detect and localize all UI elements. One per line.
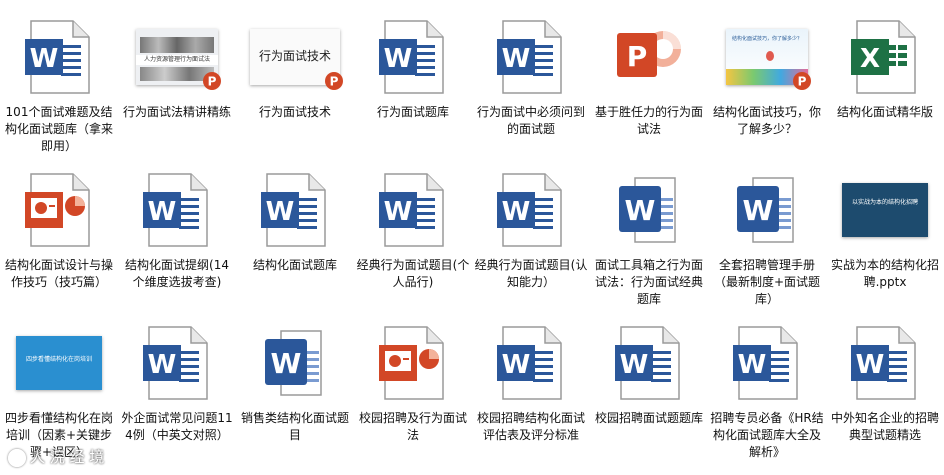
watermark-logo-icon xyxy=(8,448,26,467)
slide-title: 行为面试技术 xyxy=(258,49,331,63)
svg-text:W: W xyxy=(266,197,295,227)
slide-title: 人力资源管理行为面试法 xyxy=(143,56,210,63)
word-doc-icon[interactable]: W xyxy=(486,324,576,402)
file-label[interactable]: 校园招聘及行为面试法 xyxy=(356,410,470,444)
svg-text:W: W xyxy=(271,347,302,380)
word-doc-icon[interactable]: W xyxy=(486,18,576,96)
svg-text:W: W xyxy=(620,350,649,380)
svg-text:W: W xyxy=(502,197,531,227)
word-doc-icon[interactable]: W xyxy=(132,171,222,249)
word-doc-icon[interactable]: W xyxy=(368,171,458,249)
svg-text:W: W xyxy=(384,197,413,227)
svg-text:W: W xyxy=(384,44,413,74)
svg-text:W: W xyxy=(148,197,177,227)
file-label[interactable]: 结构化面试题库 xyxy=(238,257,352,274)
word-doc-icon[interactable]: W xyxy=(604,324,694,402)
watermark-text: 人 浣 经 境 xyxy=(30,448,105,466)
svg-text:W: W xyxy=(856,350,885,380)
file-label[interactable]: 结构化面试技巧，你了解多少？ xyxy=(710,104,824,138)
svg-text:W: W xyxy=(502,44,531,74)
file-label[interactable]: 101个面试难题及结构化面试题库（拿来即用） xyxy=(2,104,116,155)
file-label[interactable]: 经典行为面试题目(认知能力） xyxy=(474,257,588,291)
file-label[interactable]: 行为面试题库 xyxy=(356,104,470,121)
word-doc-icon[interactable]: W xyxy=(132,324,222,402)
slide-title: 结构化面试技巧，你了解多少？ xyxy=(731,36,802,42)
svg-text:P: P xyxy=(208,75,217,89)
word-app-icon[interactable]: W xyxy=(722,171,812,249)
file-label[interactable]: 招聘专员必备《HR结构化面试题库大全及解析》 xyxy=(710,410,824,461)
word-doc-icon[interactable]: W xyxy=(368,18,458,96)
word-doc-icon[interactable]: W xyxy=(14,18,104,96)
svg-text:W: W xyxy=(743,194,774,227)
svg-text:P: P xyxy=(330,75,339,89)
file-label[interactable]: 外企面试常见问题114例（中英文对照） xyxy=(120,410,234,444)
word-doc-icon[interactable]: W xyxy=(722,324,812,402)
file-label[interactable]: 行为面试法精讲精练 xyxy=(120,104,234,121)
svg-text:W: W xyxy=(30,44,59,74)
svg-text:W: W xyxy=(738,350,767,380)
file-label[interactable]: 结构化面试精华版 xyxy=(828,104,942,121)
ppt-app-icon[interactable]: P xyxy=(604,18,694,96)
svg-text:W: W xyxy=(148,350,177,380)
file-label[interactable]: 中外知名企业的招聘典型试题精选 xyxy=(828,410,942,444)
ppt-thumb-people[interactable]: 人力资源管理行为面试法 P xyxy=(132,18,222,96)
word-doc-icon[interactable]: W xyxy=(250,171,340,249)
file-label[interactable]: 校园招聘结构化面试评估表及评分标准 xyxy=(474,410,588,444)
watermark: 人 浣 经 境 xyxy=(8,446,104,467)
word-app-icon[interactable]: W xyxy=(604,171,694,249)
excel-doc-icon[interactable]: X xyxy=(840,18,930,96)
svg-text:W: W xyxy=(625,194,656,227)
file-label[interactable]: 全套招聘管理手册（最新制度+面试题库） xyxy=(710,257,824,308)
slide-title: 以实战为本的结构化招聘 xyxy=(851,199,918,206)
file-label[interactable]: 面试工具箱之行为面试法：行为面试经典题库 xyxy=(592,257,706,308)
file-grid: W 101个面试难题及结构化面试题库（拿来即用） 人力资源管理行为面试法 P 行为… xyxy=(0,0,944,475)
ppt-thumb-balloon[interactable]: 结构化面试技巧，你了解多少？ P xyxy=(722,18,812,96)
word-doc-icon[interactable]: W xyxy=(840,324,930,402)
ppt-thumb-dark[interactable]: 以实战为本的结构化招聘 xyxy=(840,171,930,249)
file-label[interactable]: 校园招聘面试题题库 xyxy=(592,410,706,427)
file-label[interactable]: 销售类结构化面试题目 xyxy=(238,410,352,444)
ppt-doc-icon[interactable] xyxy=(14,171,104,249)
file-label[interactable]: 经典行为面试题目(个人品行) xyxy=(356,257,470,291)
ppt-doc-icon[interactable] xyxy=(368,324,458,402)
file-label[interactable]: 行为面试技术 xyxy=(238,104,352,121)
svg-text:X: X xyxy=(860,44,880,74)
svg-text:P: P xyxy=(627,40,648,73)
file-label[interactable]: 结构化面试提纲(14个维度选拔考查) xyxy=(120,257,234,291)
file-label[interactable]: 行为面试中必须问到的面试题 xyxy=(474,104,588,138)
word-app-icon[interactable]: W xyxy=(250,324,340,402)
word-doc-icon[interactable]: W xyxy=(486,171,576,249)
ppt-thumb-title[interactable]: 行为面试技术 P xyxy=(250,18,343,96)
file-label[interactable]: 结构化面试设计与操作技巧（技巧篇） xyxy=(2,257,116,291)
ppt-thumb-blue[interactable]: 四步看懂结构化在岗培训 xyxy=(14,324,104,402)
slide-title: 四步看懂结构化在岗培训 xyxy=(25,356,92,363)
svg-text:W: W xyxy=(502,350,531,380)
svg-text:P: P xyxy=(798,75,807,89)
file-label[interactable]: 基于胜任力的行为面试法 xyxy=(592,104,706,138)
file-label[interactable]: 实战为本的结构化招聘.pptx xyxy=(828,257,942,291)
